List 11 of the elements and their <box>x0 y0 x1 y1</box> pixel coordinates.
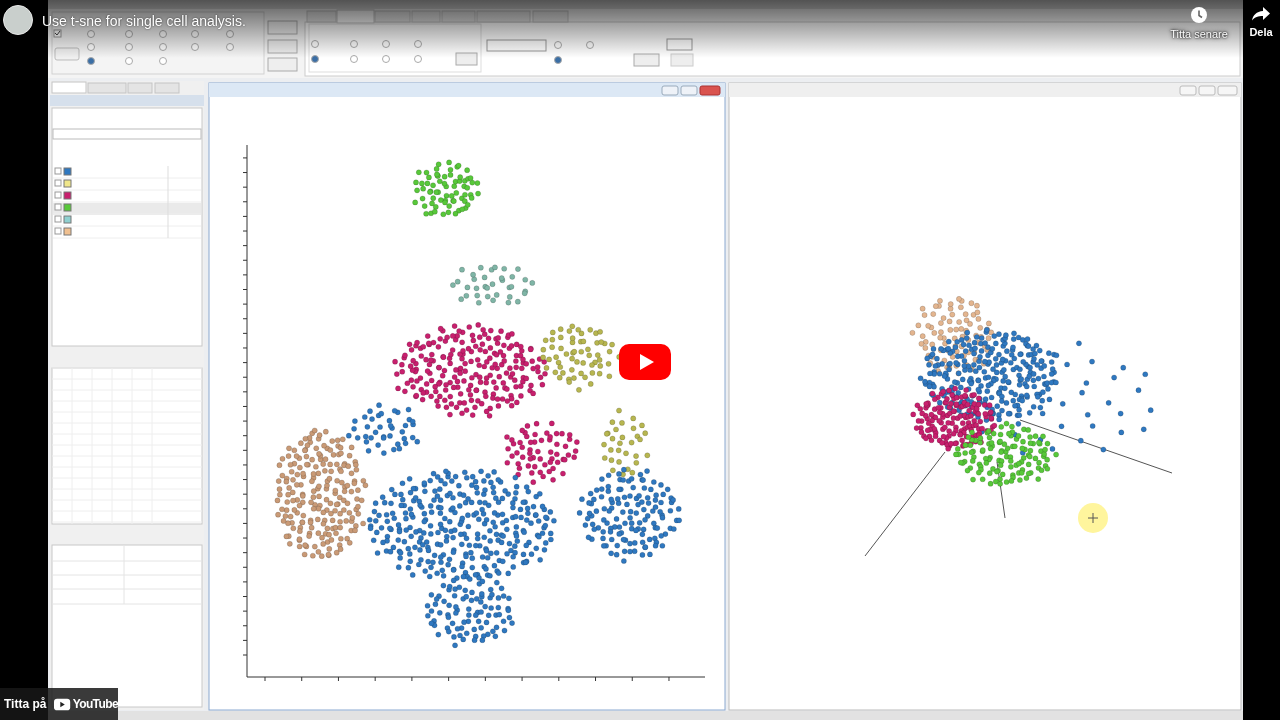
watch-on-youtube-link[interactable]: Titta på YouTube <box>0 688 118 720</box>
point-cluster <box>412 159 481 218</box>
share-button[interactable]: Dela <box>1246 7 1276 39</box>
share-arrow-icon <box>1252 7 1270 21</box>
youtube-play-icon <box>54 697 71 711</box>
play-button[interactable] <box>619 344 671 380</box>
axis-line <box>996 461 1006 519</box>
cursor-highlight-icon <box>1078 503 1108 533</box>
play-icon <box>639 354 654 370</box>
clock-icon <box>1191 7 1207 23</box>
channel-avatar[interactable] <box>3 5 33 35</box>
